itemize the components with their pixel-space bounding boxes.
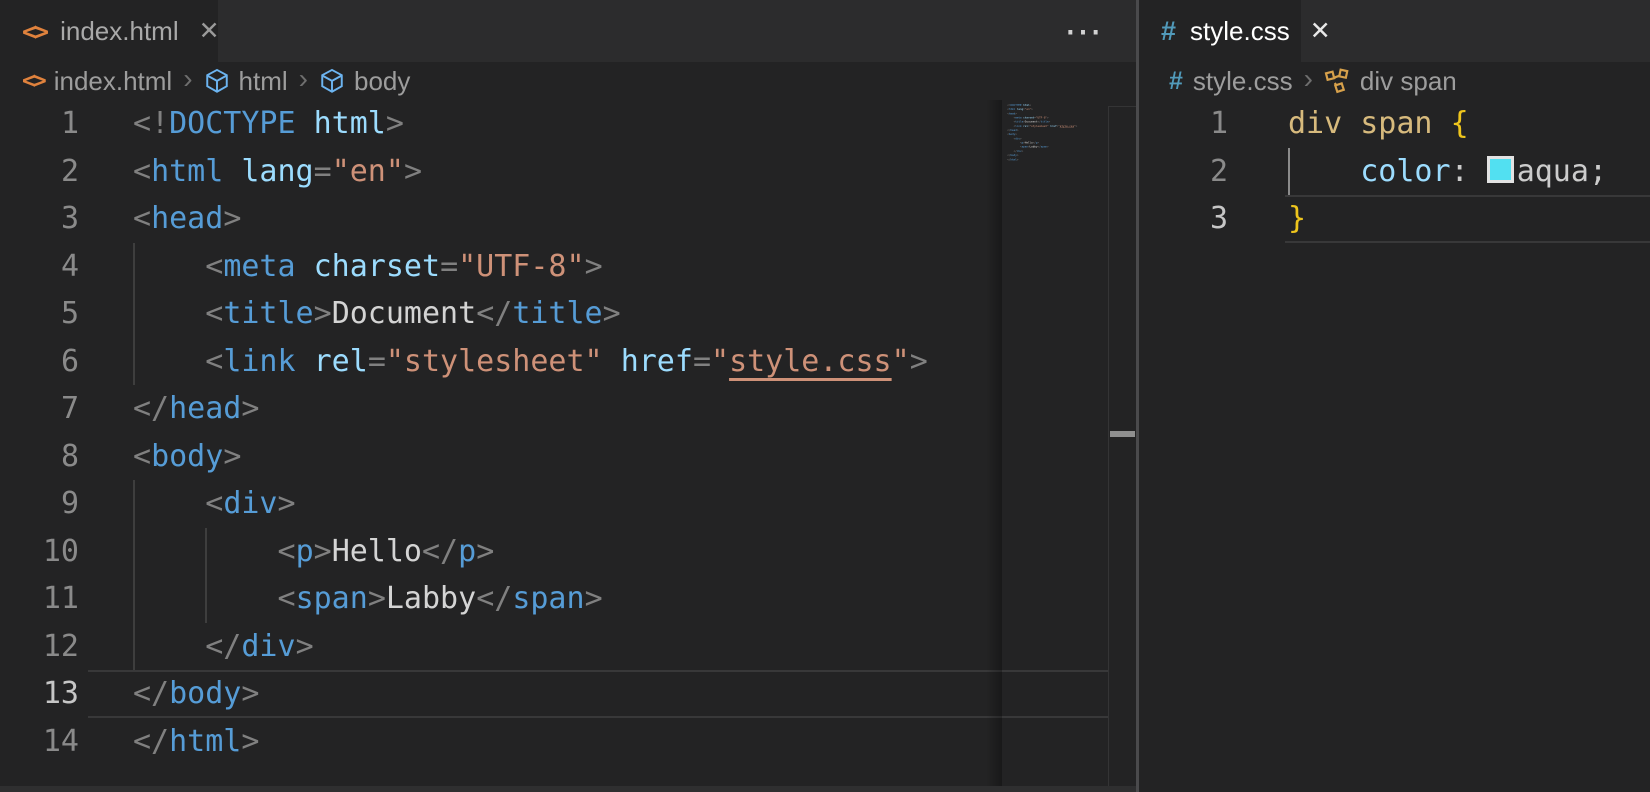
line-number[interactable]: 2 (1139, 148, 1288, 196)
indent-guide (205, 527, 208, 575)
minimap-line: </html> (1007, 157, 1019, 161)
html-file-icon: <> (22, 68, 47, 94)
vscode-window: <> index.html ✕ ⋯ <> index.html › html › (0, 0, 1650, 792)
code-text: <meta charset="UTF-8"> (205, 248, 603, 284)
indent-guide (133, 575, 135, 623)
code-text: <!DOCTYPE html> (133, 106, 404, 141)
line-number[interactable]: 10 (0, 528, 133, 576)
more-actions-button[interactable]: ⋯ (1050, 0, 1116, 62)
indent-guide (133, 290, 135, 338)
minimap-shadow (986, 100, 1002, 792)
html-file-icon: <> (22, 16, 49, 46)
code-line[interactable]: 5 <title>Document</title> (0, 290, 1136, 338)
chevron-right-icon: › (298, 63, 308, 94)
tab-index-html[interactable]: <> index.html ✕ (0, 0, 220, 62)
code-area-right[interactable]: 1 div span {2 color: aqua; 3} (1139, 100, 1650, 243)
code-line[interactable]: 4 <meta charset="UTF-8"> (0, 242, 1136, 291)
line-number[interactable]: 3 (1139, 195, 1288, 243)
code-text: <body> (133, 438, 242, 474)
line-number[interactable]: 6 (0, 338, 133, 386)
line-number[interactable]: 14 (0, 718, 133, 766)
code-line[interactable]: 6 <link rel="stylesheet" href="style.css… (0, 337, 1136, 386)
code-line[interactable]: 2 color: aqua; (1139, 147, 1650, 196)
code-text: </body> (133, 676, 260, 711)
line-number[interactable]: 4 (0, 243, 133, 291)
code-line[interactable]: 3 <head> (0, 195, 1136, 243)
indent-guide (133, 480, 135, 528)
code-text: </head> (133, 391, 260, 426)
close-icon[interactable]: ✕ (199, 14, 220, 48)
breadcrumb-node-body[interactable]: body (354, 66, 410, 97)
editor-group-right: # style.css ✕ # style.css › div span 1 di… (1139, 0, 1650, 792)
symbol-cube-icon (204, 68, 230, 94)
close-icon[interactable]: ✕ (1310, 14, 1331, 48)
chevron-right-icon: › (1303, 63, 1313, 94)
breadcrumb-file[interactable]: style.css (1193, 66, 1293, 97)
horizontal-scrollbar[interactable] (0, 786, 1136, 792)
line-number[interactable]: 9 (0, 480, 133, 528)
code-text: <head> (133, 201, 242, 236)
code-line[interactable]: 1 div span { (1139, 100, 1650, 148)
breadcrumb-node-rule[interactable]: div span (1360, 66, 1457, 97)
code-text: <span>Labby</span> (277, 581, 603, 616)
line-number[interactable]: 5 (0, 290, 133, 338)
code-line[interactable]: 9 <div> (0, 480, 1136, 528)
code-line[interactable]: 10 <p>Hello</p> (0, 527, 1136, 576)
code-line[interactable]: 1 <!DOCTYPE html> (0, 100, 1136, 148)
line-number[interactable]: 3 (0, 195, 133, 243)
code-area-left[interactable]: 1 <!DOCTYPE html> 2 <html lang="en"> 3 <head>… (0, 100, 1136, 765)
editor-group-left: <> index.html ✕ ⋯ <> index.html › html › (0, 0, 1136, 792)
code-text: color: aqua; (1360, 153, 1607, 189)
indent-guide (205, 575, 208, 623)
code-text: } (1288, 201, 1307, 236)
breadcrumb-file[interactable]: index.html (54, 66, 173, 97)
code-line[interactable]: 2 <html lang="en"> (0, 148, 1136, 196)
chevron-right-icon: › (183, 63, 193, 94)
symbol-cube-icon (319, 68, 345, 94)
code-text: <html lang="en"> (133, 153, 422, 189)
indent-guide (133, 337, 135, 385)
line-number[interactable]: 1 (0, 100, 133, 148)
css-file-icon: # (1169, 66, 1183, 95)
indent-guide (133, 622, 135, 670)
breadcrumb: <> index.html › html › body (22, 62, 410, 100)
tab-bar-left: <> index.html ✕ ⋯ (0, 0, 1136, 62)
indent-guide (1288, 147, 1290, 195)
breadcrumb: # style.css › div span (1169, 62, 1457, 100)
code-line[interactable]: 11 <span>Labby</span> (0, 575, 1136, 623)
minimap[interactable]: <!DOCTYPE html> <html lang="en"> <head> <m… (1002, 103, 1108, 753)
code-line[interactable]: 8 <body> (0, 433, 1136, 481)
indent-guide (133, 527, 135, 575)
code-line[interactable]: 14 </html> (0, 718, 1136, 766)
line-number[interactable]: 2 (0, 148, 133, 196)
code-text: <title>Document</title> (205, 296, 621, 331)
code-line[interactable]: 7 </head> (0, 385, 1136, 433)
line-number[interactable]: 13 (0, 670, 133, 718)
code-text: </html> (133, 723, 260, 759)
line-number[interactable]: 7 (0, 385, 133, 433)
code-text: <link rel="stylesheet" href="style.css"> (205, 343, 928, 379)
code-text: <div> (205, 486, 296, 521)
line-number[interactable]: 1 (1139, 100, 1288, 148)
breadcrumb-node-html[interactable]: html (239, 66, 288, 97)
css-file-icon: # (1161, 15, 1177, 46)
code-line[interactable]: 3} (1139, 195, 1650, 243)
line-number[interactable]: 12 (0, 623, 133, 671)
symbol-rule-icon (1324, 67, 1351, 95)
indent-guide (133, 242, 135, 290)
tab-label: style.css (1190, 15, 1290, 46)
code-text: div span { (1288, 106, 1469, 141)
color-swatch[interactable] (1486, 155, 1514, 183)
code-line[interactable]: 12 </div> (0, 622, 1136, 671)
tab-bar-right: # style.css ✕ (1139, 0, 1650, 62)
overview-ruler[interactable] (1108, 106, 1136, 792)
code-text: <p>Hello</p> (277, 533, 495, 569)
line-number[interactable]: 8 (0, 433, 133, 481)
overview-cursor-marker (1110, 431, 1135, 437)
tab-style-css[interactable]: # style.css ✕ (1139, 0, 1331, 62)
code-text: </div> (205, 628, 314, 664)
code-line[interactable]: 13 </body> (0, 670, 1136, 718)
tab-label: index.html (60, 15, 179, 46)
line-number[interactable]: 11 (0, 575, 133, 623)
